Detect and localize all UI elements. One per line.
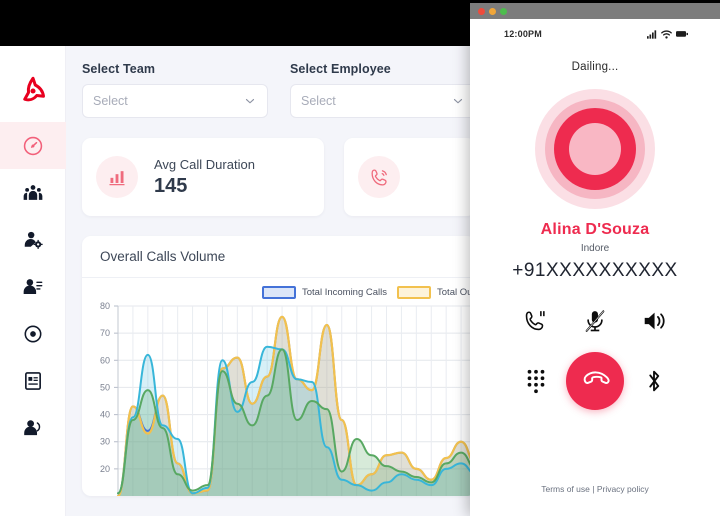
sidebar-item-dashboard[interactable] <box>0 122 66 169</box>
filters-row: Select Team Select Select Employee Selec… <box>82 62 476 118</box>
team-group-icon <box>23 184 42 200</box>
stat-card-avg-call-duration[interactable]: Avg Call Duration 145 <box>82 138 325 216</box>
callee-city: Indore <box>580 243 610 254</box>
battery-icon <box>676 31 688 37</box>
callee-number: +91XXXXXXXXXX <box>512 260 678 281</box>
keypad-button[interactable] <box>524 368 548 394</box>
traffic-light-minimize[interactable] <box>489 7 496 15</box>
callee-name: Alina D'Souza <box>540 221 650 238</box>
chart-panel: Overall Calls Volume Total Incoming Call… <box>82 236 476 496</box>
end-call-button[interactable] <box>565 352 624 410</box>
dashboard-window: Select Team Select Select Employee Selec… <box>0 46 476 516</box>
footer-separator: | <box>589 484 597 494</box>
user-settings-icon <box>24 231 43 249</box>
terms-of-use-link[interactable]: Terms of use <box>541 484 590 494</box>
calls-volume-area-chart: 80 70 60 50 40 30 20 <box>100 301 476 496</box>
speaker-button[interactable] <box>641 308 667 334</box>
svg-text:50: 50 <box>100 382 110 392</box>
select-team-value: Select <box>93 94 128 108</box>
chevron-down-icon <box>245 98 255 104</box>
svg-text:60: 60 <box>100 355 110 365</box>
legend-label-incoming: Total Incoming Calls <box>302 287 388 298</box>
phone-status-bar: 12:00PM <box>484 19 706 39</box>
wifi-icon <box>661 29 672 39</box>
stat-cards-row: Avg Call Duration 145 <box>82 138 476 216</box>
sidebar <box>0 46 66 516</box>
status-icons <box>647 29 688 39</box>
hold-call-button[interactable] <box>523 308 549 334</box>
select-employee-dropdown[interactable]: Select <box>290 84 476 118</box>
sidebar-item-records[interactable] <box>0 357 66 404</box>
svg-text:40: 40 <box>100 410 110 420</box>
sidebar-item-contacts[interactable] <box>0 404 66 451</box>
status-time: 12:00PM <box>504 29 542 39</box>
select-team-label: Select Team <box>82 62 156 76</box>
speedometer-icon <box>23 136 42 155</box>
svg-text:30: 30 <box>100 437 110 447</box>
sidebar-item-user-list[interactable] <box>0 263 66 310</box>
sidebar-item-target[interactable] <box>0 310 66 357</box>
id-card-icon <box>24 371 41 390</box>
stat-icon-wrap <box>358 156 401 198</box>
chart-header: Overall Calls Volume <box>82 236 476 278</box>
legend-swatch-outgoing <box>397 286 432 299</box>
select-team-dropdown[interactable]: Select <box>82 84 268 118</box>
filter-select-employee: Select Employee Select <box>290 62 476 118</box>
privacy-policy-link[interactable]: Privacy policy <box>597 484 649 494</box>
brand-logo <box>0 60 66 122</box>
mute-microphone-button[interactable] <box>582 308 608 334</box>
dial-state-text: Dailing... <box>571 61 619 73</box>
pulse-core <box>569 123 621 175</box>
stat-texts: Avg Call Duration 145 <box>154 157 255 198</box>
user-call-icon <box>23 419 40 435</box>
hold-call-icon <box>525 311 545 331</box>
legend-swatch-incoming <box>262 286 296 299</box>
mute-mic-icon <box>585 310 605 332</box>
signal-icon <box>647 29 657 39</box>
select-employee-label: Select Employee <box>290 62 391 76</box>
phone-screen: 12:00PM Dailing... Alina D'Souza Indore … <box>470 19 720 516</box>
stat-title: Avg Call Duration <box>154 156 255 172</box>
screen-root: Select Team Select Select Employee Selec… <box>0 0 720 516</box>
bar-chart-icon <box>109 171 125 186</box>
stat-value: 145 <box>154 174 188 197</box>
ringing-phone-icon <box>371 168 387 186</box>
end-call-icon <box>583 371 610 385</box>
chart-title: Overall Calls Volume <box>100 249 226 264</box>
legend-entry-incoming[interactable]: Total Incoming Calls <box>262 286 387 299</box>
svg-text:20: 20 <box>100 464 110 474</box>
svg-text:70: 70 <box>100 328 110 338</box>
phone-footer-links: Terms of use | Privacy policy <box>470 484 720 494</box>
filter-select-team: Select Team Select <box>82 62 268 118</box>
chart-body: Total Incoming Calls Total Outgoing Call… <box>82 278 476 496</box>
legend-entry-outgoing[interactable]: Total Outgoing Calls <box>397 286 476 299</box>
keypad-icon <box>527 369 545 394</box>
chevron-down-icon <box>453 98 463 104</box>
bluetooth-button[interactable] <box>642 368 666 394</box>
stat-icon-wrap <box>96 156 138 198</box>
sidebar-item-user-settings[interactable] <box>0 216 66 263</box>
call-pulse-animation <box>535 89 655 209</box>
browser-black-topbar <box>0 0 476 46</box>
softphone-window: 12:00PM Dailing... Alina D'Souza Indore … <box>470 3 720 516</box>
target-dot-icon <box>24 325 41 342</box>
bluetooth-icon <box>649 370 660 392</box>
stat-card-calls[interactable] <box>344 138 476 216</box>
sidebar-item-teams[interactable] <box>0 169 66 216</box>
svg-text:80: 80 <box>100 301 110 311</box>
traffic-light-maximize[interactable] <box>500 7 507 15</box>
window-titlebar <box>470 3 720 19</box>
chart-legend: Total Incoming Calls Total Outgoing Call… <box>262 286 476 299</box>
main-content: Select Team Select Select Employee Selec… <box>66 46 476 516</box>
speaker-icon <box>645 312 665 330</box>
traffic-light-close[interactable] <box>478 7 485 15</box>
select-employee-value: Select <box>301 94 336 108</box>
user-list-icon <box>23 278 42 294</box>
call-controls <box>484 308 706 410</box>
